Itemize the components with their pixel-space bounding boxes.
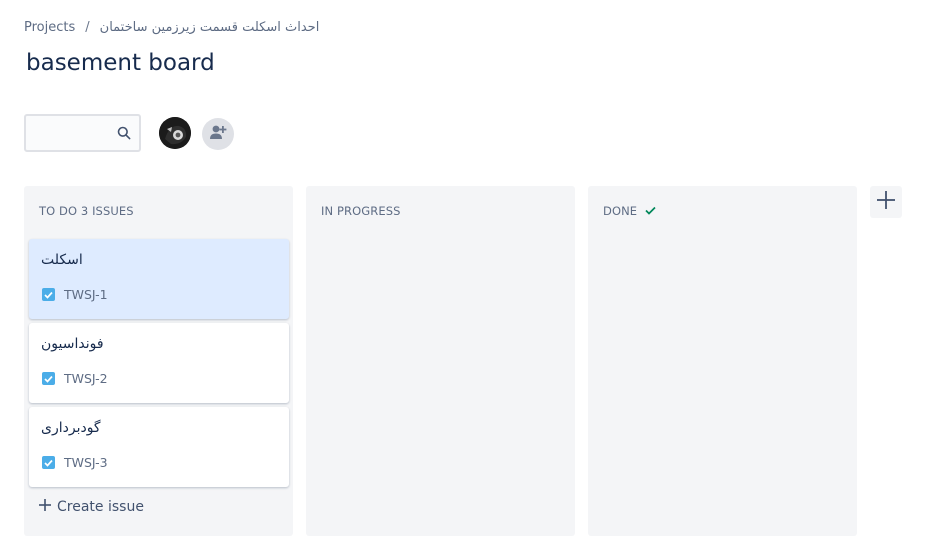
add-column-button[interactable]	[870, 186, 902, 218]
column-done: DONE	[588, 186, 857, 536]
issue-meta: TWSJ-2	[42, 371, 108, 386]
check-icon	[645, 204, 656, 218]
column-title: DONE	[603, 204, 638, 218]
create-issue-label: Create issue	[57, 499, 144, 515]
breadcrumb-separator: /	[85, 20, 90, 35]
task-checkbox-icon	[42, 456, 55, 469]
issue-key[interactable]: TWSJ-2	[64, 371, 108, 386]
issue-summary: اسکلت	[41, 252, 83, 268]
issue-summary: فونداسیون	[41, 336, 104, 352]
search-box	[24, 114, 141, 152]
column-title: IN PROGRESS	[321, 204, 401, 218]
column-header: DONE	[603, 204, 656, 218]
task-checkbox-icon	[42, 372, 55, 385]
breadcrumb-projects-link[interactable]: Projects	[24, 20, 75, 35]
breadcrumb: Projects / احداث اسکلت قسمت زیرزمین ساخت…	[24, 20, 319, 35]
add-member-button[interactable]	[202, 118, 234, 150]
issue-card[interactable]: اسکلت TWSJ-1	[29, 239, 289, 319]
issue-card[interactable]: فونداسیون TWSJ-2	[29, 323, 289, 403]
plus-icon	[39, 499, 51, 515]
plus-icon	[877, 191, 895, 213]
column-todo: TO DO 3 ISSUES اسکلت TWSJ-1 فونداسیون TW…	[24, 186, 293, 536]
issue-meta: TWSJ-1	[42, 287, 108, 302]
task-checkbox-icon	[42, 288, 55, 301]
page-title: basement board	[26, 50, 215, 76]
breadcrumb-project-link[interactable]: احداث اسکلت قسمت زیرزمین ساختمان	[100, 20, 320, 35]
column-header: IN PROGRESS	[321, 204, 401, 218]
issue-key[interactable]: TWSJ-1	[64, 287, 108, 302]
search-icon	[117, 125, 131, 144]
column-header: TO DO 3 ISSUES	[39, 204, 134, 218]
search-input[interactable]	[26, 116, 128, 150]
column-in-progress: IN PROGRESS	[306, 186, 575, 536]
issue-summary: گودبرداری	[41, 420, 101, 436]
issue-key[interactable]: TWSJ-3	[64, 455, 108, 470]
issue-meta: TWSJ-3	[42, 455, 108, 470]
user-avatar[interactable]	[159, 117, 191, 149]
column-title: TO DO 3 ISSUES	[39, 204, 134, 218]
add-person-icon	[209, 124, 227, 144]
issue-card[interactable]: گودبرداری TWSJ-3	[29, 407, 289, 487]
create-issue-button[interactable]: Create issue	[39, 499, 144, 515]
